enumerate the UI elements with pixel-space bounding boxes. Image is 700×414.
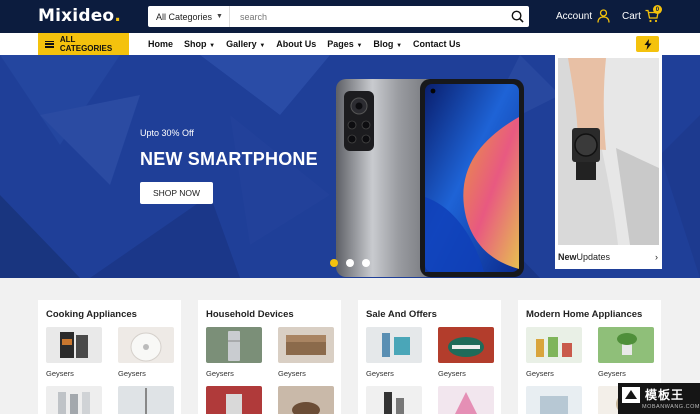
smartphone-image xyxy=(336,79,524,277)
hero-title: NEW SMARTPHONE xyxy=(140,149,318,169)
main-navbar: ALL CATEGORIES Home Shop ▼ Gallery ▼ About … xyxy=(0,33,700,55)
category-product-image[interactable] xyxy=(46,386,102,414)
account-link[interactable]: Account xyxy=(556,9,610,23)
search-button[interactable] xyxy=(505,6,529,27)
watch-promo-image xyxy=(558,58,659,245)
search-input[interactable] xyxy=(230,11,505,22)
lightning-icon xyxy=(644,38,651,50)
category-product-image[interactable] xyxy=(278,386,334,414)
carousel-dot[interactable] xyxy=(330,259,338,267)
category-product-label[interactable]: Geysers xyxy=(366,369,394,378)
shop-now-button[interactable]: SHOP NOW xyxy=(140,182,213,204)
all-categories-button[interactable]: ALL CATEGORIES xyxy=(38,33,129,55)
logo[interactable]: Mixideo. xyxy=(38,6,121,26)
category-product-image[interactable] xyxy=(206,327,262,363)
category-product-label[interactable]: Geysers xyxy=(598,369,626,378)
category-product-image[interactable] xyxy=(46,327,102,363)
user-icon xyxy=(597,9,610,23)
search-category-select[interactable]: All Categories ▼ xyxy=(148,6,230,27)
category-product-image[interactable] xyxy=(118,386,174,414)
category-product-image[interactable] xyxy=(438,386,494,414)
watermark-badge: 模板王 MOBANWANG.COM xyxy=(618,383,700,414)
carousel-dot[interactable] xyxy=(346,259,354,267)
category-product-image[interactable] xyxy=(278,327,334,363)
watermark-cn: 模板王 xyxy=(645,388,685,402)
new-updates-label: NewUpdates xyxy=(558,252,611,262)
chevron-right-icon[interactable]: › xyxy=(655,252,658,262)
category-product-image[interactable] xyxy=(438,327,494,363)
carousel-dot[interactable] xyxy=(362,259,370,267)
category-product-label[interactable]: Geysers xyxy=(438,369,466,378)
category-title[interactable]: Cooking Appliances xyxy=(46,309,137,320)
chevron-down-icon: ▼ xyxy=(354,43,363,49)
nav-link-shop[interactable]: Shop ▼ xyxy=(184,39,215,49)
chevron-down-icon: ▼ xyxy=(216,13,223,20)
cart-label: Cart xyxy=(622,10,641,22)
new-updates-card[interactable]: NewUpdates › xyxy=(555,55,662,269)
chevron-down-icon: ▼ xyxy=(207,43,216,49)
nav-link-label: Blog xyxy=(373,39,394,49)
category-product-image[interactable] xyxy=(366,327,422,363)
nav-link-pages[interactable]: Pages ▼ xyxy=(327,39,362,49)
chevron-down-icon: ▼ xyxy=(257,43,266,49)
chevron-down-icon: ▼ xyxy=(394,43,403,49)
nav-link-label: About Us xyxy=(276,39,317,49)
nav-link-label: Home xyxy=(148,39,174,49)
account-label: Account xyxy=(556,10,593,22)
nav-link-about-us[interactable]: About Us xyxy=(276,39,316,49)
all-categories-label: ALL CATEGORIES xyxy=(59,35,113,53)
menu-icon xyxy=(45,40,54,48)
category-product-label[interactable]: Geysers xyxy=(46,369,74,378)
nav-link-home[interactable]: Home xyxy=(148,39,173,49)
nav-link-label: Contact Us xyxy=(413,39,461,49)
nav-link-blog[interactable]: Blog ▼ xyxy=(373,39,402,49)
nav-link-contact-us[interactable]: Contact Us xyxy=(413,39,461,49)
top-header: Mixideo. All Categories ▼ Account Cart xyxy=(0,0,700,33)
category-title[interactable]: Household Devices xyxy=(206,309,294,320)
search-category-label: All Categories xyxy=(156,11,213,22)
nav-link-gallery[interactable]: Gallery ▼ xyxy=(226,39,265,49)
category-product-image[interactable] xyxy=(526,386,582,414)
watermark-en: MOBANWANG.COM xyxy=(642,404,700,410)
flash-deals-button[interactable] xyxy=(636,36,659,52)
nav-link-label: Shop xyxy=(184,39,207,49)
category-product-image[interactable] xyxy=(526,327,582,363)
category-card: Cooking Appliances Geysers Geysers xyxy=(38,300,181,414)
category-title[interactable]: Modern Home Appliances xyxy=(526,309,642,320)
hero-subtitle: Upto 30% Off xyxy=(140,128,194,138)
category-title[interactable]: Sale And Offers xyxy=(366,309,437,320)
category-card: Sale And Offers Geysers Geysers xyxy=(358,300,501,414)
search-icon xyxy=(511,10,524,23)
cart-count-badge: 0 xyxy=(652,5,662,14)
search-bar: All Categories ▼ xyxy=(148,6,529,27)
category-product-label[interactable]: Geysers xyxy=(278,369,306,378)
category-product-image[interactable] xyxy=(206,386,262,414)
nav-link-label: Pages xyxy=(327,39,354,49)
category-product-label[interactable]: Geysers xyxy=(206,369,234,378)
category-product-image[interactable] xyxy=(366,386,422,414)
category-product-image[interactable] xyxy=(118,327,174,363)
nav-link-label: Gallery xyxy=(226,39,257,49)
carousel-dots xyxy=(330,259,370,267)
watermark-logo-icon xyxy=(622,387,640,403)
category-product-label[interactable]: Geysers xyxy=(526,369,554,378)
nav-links: Home Shop ▼ Gallery ▼ About Us Pages ▼ Blog ▼… xyxy=(148,33,472,55)
category-product-image[interactable] xyxy=(598,327,654,363)
category-product-label[interactable]: Geysers xyxy=(118,369,146,378)
category-card: Household Devices Geysers Geysers xyxy=(198,300,341,414)
cart-link[interactable]: Cart 0 xyxy=(622,5,662,23)
